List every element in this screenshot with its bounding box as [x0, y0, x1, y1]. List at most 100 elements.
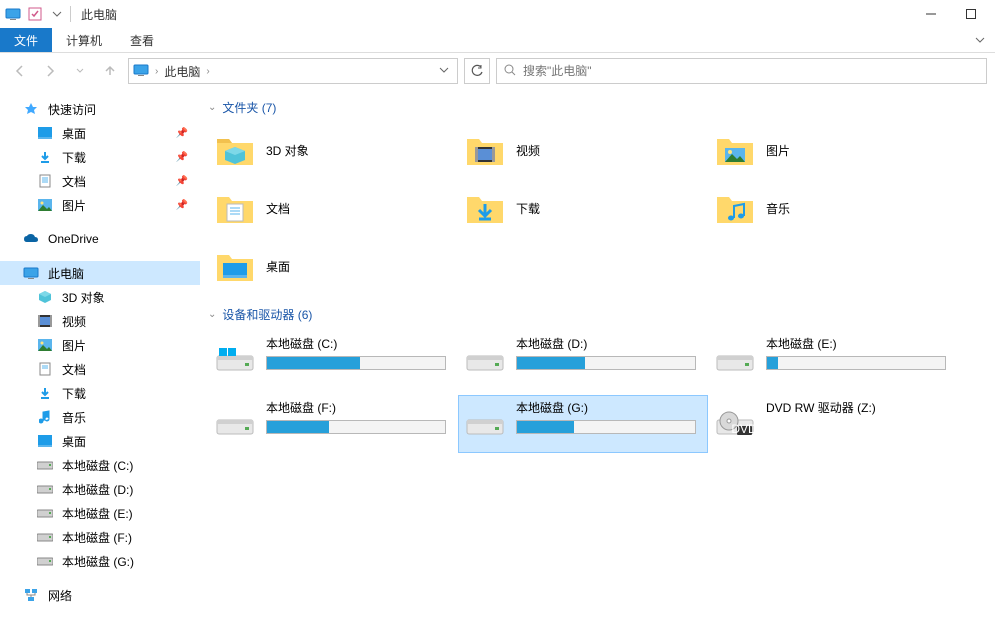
sidebar-item-onedrive[interactable]: OneDrive — [0, 227, 200, 251]
tab-file[interactable]: 文件 — [0, 28, 52, 52]
folder-downloads[interactable]: 下载 — [458, 182, 708, 234]
sidebar-item-pictures[interactable]: 图片 📌 — [0, 193, 200, 217]
disk-icon — [214, 403, 256, 445]
pin-icon: 📌 — [176, 128, 188, 139]
window-controls — [911, 0, 991, 28]
disk-icon — [36, 480, 54, 498]
star-icon — [22, 100, 40, 118]
forward-button[interactable] — [38, 59, 62, 83]
drive-e[interactable]: 本地磁盘 (E:) — [708, 331, 958, 389]
navigation-pane[interactable]: 快速访问 桌面 📌 下载 📌 文档 📌 图片 📌 OneDrive — [0, 89, 200, 631]
music-icon — [36, 408, 54, 426]
folder-desktop[interactable]: 桌面 — [208, 240, 458, 292]
pin-icon: 📌 — [176, 176, 188, 187]
sidebar-item-network[interactable]: 网络 — [0, 583, 200, 607]
sidebar-item-this-pc[interactable]: 此电脑 — [0, 261, 200, 285]
pin-icon: 📌 — [176, 152, 188, 163]
sidebar-item-3d-objects[interactable]: 3D 对象 — [0, 285, 200, 309]
disk-icon — [36, 528, 54, 546]
sidebar-item-disk-f[interactable]: 本地磁盘 (F:) — [0, 525, 200, 549]
chevron-down-icon: ⌄ — [208, 309, 216, 320]
up-button[interactable] — [98, 59, 122, 83]
ribbon-expand-icon[interactable] — [965, 28, 995, 52]
app-icon — [4, 5, 22, 23]
chevron-right-icon[interactable]: › — [206, 66, 209, 77]
drives-grid: 本地磁盘 (C:) 本地磁盘 (D:) 本地磁盘 (E:) — [208, 331, 987, 453]
refresh-button[interactable] — [464, 58, 490, 84]
usage-bar — [766, 356, 946, 370]
folder-music[interactable]: 音乐 — [708, 182, 958, 234]
folder-icon — [714, 187, 756, 229]
maximize-button[interactable] — [951, 0, 991, 28]
sidebar-item-disk-c[interactable]: 本地磁盘 (C:) — [0, 453, 200, 477]
title-bar: 此电脑 — [0, 0, 995, 28]
search-input[interactable] — [523, 64, 980, 78]
desktop-icon — [36, 124, 54, 142]
navigation-bar: › 此电脑 › — [0, 53, 995, 89]
sidebar-item-desktop[interactable]: 桌面 📌 — [0, 121, 200, 145]
folders-grid: 3D 对象 视频 图片 文档 下载 音乐 — [208, 124, 987, 292]
disk-icon — [36, 552, 54, 570]
sidebar-item-disk-d[interactable]: 本地磁盘 (D:) — [0, 477, 200, 501]
sidebar-item-disk-e[interactable]: 本地磁盘 (E:) — [0, 501, 200, 525]
disk-icon — [36, 504, 54, 522]
network-icon — [22, 586, 40, 604]
folder-icon — [714, 129, 756, 171]
sidebar-item-documents2[interactable]: 文档 — [0, 357, 200, 381]
address-bar[interactable]: › 此电脑 › — [128, 58, 458, 84]
sidebar-item-quick-access[interactable]: 快速访问 — [0, 97, 200, 121]
disk-icon — [214, 339, 256, 381]
desktop-icon — [36, 432, 54, 450]
group-header-drives[interactable]: ⌄ 设备和驱动器 (6) — [208, 306, 987, 323]
qat-dropdown-icon[interactable] — [48, 5, 66, 23]
content-area: 快速访问 桌面 📌 下载 📌 文档 📌 图片 📌 OneDrive — [0, 89, 995, 631]
folder-videos[interactable]: 视频 — [458, 124, 708, 176]
chevron-right-icon[interactable]: › — [155, 66, 158, 77]
drive-d[interactable]: 本地磁盘 (D:) — [458, 331, 708, 389]
breadcrumb[interactable]: 此电脑 — [164, 63, 200, 80]
usage-bar — [266, 356, 446, 370]
main-pane[interactable]: ⌄ 文件夹 (7) 3D 对象 视频 图片 文档 下载 — [200, 89, 995, 631]
drive-f[interactable]: 本地磁盘 (F:) — [208, 395, 458, 453]
drive-g[interactable]: 本地磁盘 (G:) — [458, 395, 708, 453]
tab-view[interactable]: 查看 — [116, 28, 168, 52]
onedrive-icon — [22, 230, 40, 248]
quick-access-toolbar — [4, 5, 66, 23]
minimize-button[interactable] — [911, 0, 951, 28]
folder-icon — [214, 129, 256, 171]
tab-computer[interactable]: 计算机 — [52, 28, 116, 52]
documents-icon — [36, 360, 54, 378]
usage-bar — [516, 356, 696, 370]
sidebar-item-music[interactable]: 音乐 — [0, 405, 200, 429]
drive-dvd[interactable]: DVD DVD RW 驱动器 (Z:) — [708, 395, 958, 453]
svg-text:DVD: DVD — [731, 422, 755, 436]
pictures-icon — [36, 336, 54, 354]
folder-pictures[interactable]: 图片 — [708, 124, 958, 176]
back-button[interactable] — [8, 59, 32, 83]
sidebar-item-downloads[interactable]: 下载 📌 — [0, 145, 200, 169]
ribbon-tabs: 文件 计算机 查看 — [0, 28, 995, 53]
window-title: 此电脑 — [81, 6, 117, 23]
disk-icon — [464, 339, 506, 381]
recent-dropdown-icon[interactable] — [68, 59, 92, 83]
sidebar-item-disk-g[interactable]: 本地磁盘 (G:) — [0, 549, 200, 573]
folder-documents[interactable]: 文档 — [208, 182, 458, 234]
usage-bar — [516, 420, 696, 434]
address-icon — [133, 63, 149, 80]
sidebar-item-pictures2[interactable]: 图片 — [0, 333, 200, 357]
sidebar-item-videos[interactable]: 视频 — [0, 309, 200, 333]
disk-icon — [36, 456, 54, 474]
group-header-folders[interactable]: ⌄ 文件夹 (7) — [208, 99, 987, 116]
sidebar-item-downloads2[interactable]: 下载 — [0, 381, 200, 405]
drive-c[interactable]: 本地磁盘 (C:) — [208, 331, 458, 389]
search-box[interactable] — [496, 58, 987, 84]
disk-icon — [464, 403, 506, 445]
folder-icon — [214, 245, 256, 287]
address-dropdown-icon[interactable] — [435, 64, 453, 78]
sidebar-item-documents[interactable]: 文档 📌 — [0, 169, 200, 193]
pictures-icon — [36, 196, 54, 214]
folder-3d-objects[interactable]: 3D 对象 — [208, 124, 458, 176]
properties-icon[interactable] — [26, 5, 44, 23]
sidebar-item-desktop2[interactable]: 桌面 — [0, 429, 200, 453]
downloads-icon — [36, 384, 54, 402]
